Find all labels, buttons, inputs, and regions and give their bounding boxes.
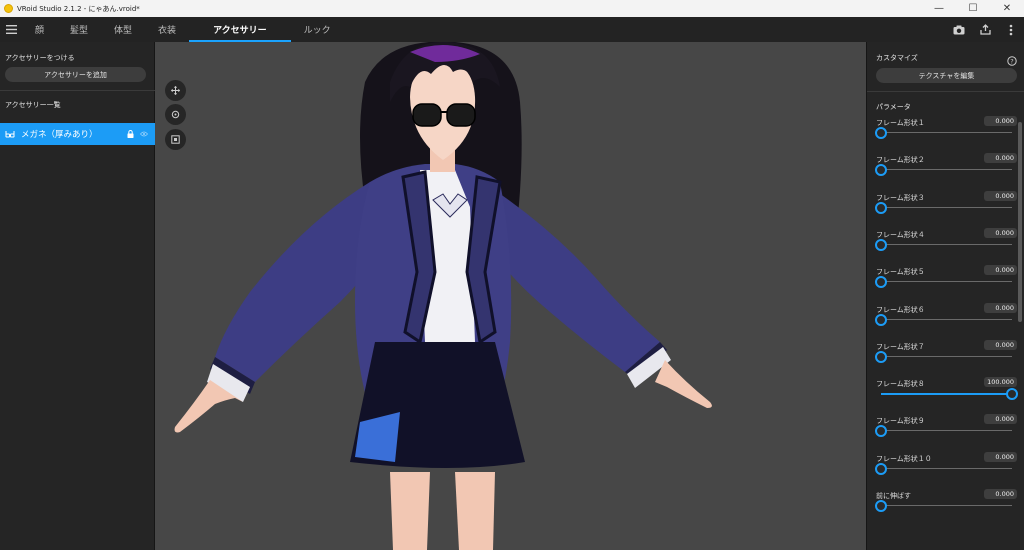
parameter-slider-row: フレーム形状１ 0.000 — [867, 116, 1017, 155]
customize-title: カスタマイズ — [876, 54, 918, 62]
slider-thumb[interactable] — [875, 462, 887, 475]
slider-track[interactable] — [881, 169, 1012, 171]
left-divider — [0, 90, 155, 91]
customize-panel: カスタマイズ ? テクスチャを編集 パラメータ フレーム形状１ 0.000 フレーム… — [866, 42, 1024, 550]
slider-track[interactable] — [881, 318, 1012, 320]
accessory-panel: アクセサリーをつける アクセサリーを追加 アクセサリー一覧 メガネ（厚みあり） — [0, 42, 155, 550]
slider-thumb[interactable] — [875, 238, 887, 251]
parameter-slider-row: フレーム形状７ 0.000 — [867, 339, 1017, 379]
tab-face[interactable]: 顔 — [22, 17, 57, 42]
parameter-slider-row: フレーム形状８ 100.000 — [867, 377, 1018, 416]
rotate-tool-icon[interactable] — [165, 104, 186, 125]
attach-accessory-title: アクセサリーをつける — [5, 54, 75, 62]
parameter-value-field[interactable]: 0.000 — [984, 227, 1017, 238]
camera-icon[interactable] — [946, 17, 972, 42]
parameter-value-field[interactable]: 0.000 — [984, 302, 1017, 313]
parameter-label: フレーム形状８ — [876, 380, 925, 389]
close-button[interactable]: ✕ — [990, 0, 1024, 17]
parameter-scrollbar[interactable] — [1018, 122, 1022, 322]
slider-thumb[interactable] — [875, 313, 887, 326]
parameter-label: フレーム形状６ — [876, 305, 925, 314]
parameter-value-field[interactable]: 0.000 — [984, 414, 1017, 425]
visibility-icon[interactable] — [140, 131, 148, 137]
minimize-button[interactable]: — — [922, 0, 956, 17]
tab-look[interactable]: ルック — [291, 17, 344, 42]
slider-track[interactable] — [881, 355, 1012, 357]
slider-track[interactable] — [881, 243, 1012, 245]
parameter-value-field[interactable]: 0.000 — [984, 116, 1017, 126]
maximize-button[interactable]: ☐ — [956, 0, 990, 17]
slider-track[interactable] — [881, 281, 1012, 283]
parameter-value-field[interactable]: 0.000 — [984, 265, 1017, 276]
slider-track[interactable] — [881, 430, 1012, 432]
right-divider — [867, 91, 1024, 92]
parameter-label: フレーム形状１０ — [876, 454, 932, 463]
parameter-value-field[interactable]: 0.000 — [984, 190, 1017, 201]
glasses-item-icon — [5, 129, 15, 139]
slider-thumb[interactable] — [875, 201, 887, 214]
window-title: VRoid Studio 2.1.2 - にゃあん.vroid* — [17, 4, 140, 13]
accessory-list-title: アクセサリー一覧 — [5, 101, 61, 109]
slider-thumb[interactable] — [875, 500, 887, 512]
tab-hairstyle[interactable]: 髪型 — [57, 17, 101, 42]
slider-thumb[interactable] — [875, 350, 887, 363]
zoom-tool-icon[interactable] — [165, 129, 186, 150]
slider-thumb[interactable] — [875, 127, 887, 139]
accessory-list-item[interactable]: メガネ（厚みあり） — [0, 123, 155, 145]
slider-thumb[interactable] — [1006, 388, 1018, 401]
more-options-icon[interactable] — [998, 17, 1024, 42]
parameter-value-field[interactable]: 0.000 — [984, 489, 1017, 499]
parameter-value-field[interactable]: 100.000 — [984, 377, 1017, 388]
lock-icon[interactable] — [127, 130, 134, 138]
parameter-value-field[interactable]: 0.000 — [984, 339, 1017, 350]
top-navigation: 顔 髪型 体型 衣装 アクセサリー ルック — [0, 17, 1024, 42]
model-viewport[interactable] — [155, 42, 866, 550]
slider-track[interactable] — [881, 505, 1012, 506]
parameter-slider-row: フレーム形状５ 0.000 — [867, 265, 1017, 304]
slider-track[interactable] — [881, 206, 1012, 208]
parameter-value-field[interactable]: 0.000 — [984, 153, 1017, 164]
parameter-label: フレーム形状７ — [876, 342, 925, 351]
export-icon[interactable] — [972, 17, 998, 42]
slider-track[interactable] — [881, 467, 1012, 469]
add-accessory-button[interactable]: アクセサリーを追加 — [5, 67, 146, 82]
parameters-title: パラメータ — [876, 103, 911, 111]
slider-track[interactable] — [881, 132, 1012, 133]
accessory-item-label: メガネ（厚みあり） — [21, 130, 98, 140]
parameter-slider-row: フレーム形状６ 0.000 — [867, 302, 1017, 342]
svg-text:?: ? — [1010, 58, 1013, 66]
parameter-label: フレーム形状４ — [876, 230, 925, 239]
slider-thumb[interactable] — [875, 276, 887, 289]
window-titlebar: VRoid Studio 2.1.2 - にゃあん.vroid* — ☐ ✕ — [0, 0, 1024, 17]
slider-fill — [881, 393, 1012, 396]
character-model — [174, 42, 712, 550]
tab-outfit[interactable]: 衣装 — [145, 17, 189, 42]
parameter-label: フレーム形状３ — [876, 193, 925, 202]
tab-body[interactable]: 体型 — [101, 17, 145, 42]
parameter-slider-row: フレーム形状２ 0.000 — [867, 153, 1017, 192]
parameter-value-field[interactable]: 0.000 — [984, 451, 1017, 462]
slider-thumb[interactable] — [875, 425, 887, 438]
move-tool-icon[interactable] — [165, 80, 186, 101]
parameter-slider-row: フレーム形状１０ 0.000 — [867, 451, 1017, 491]
parameter-slider-row: フレーム形状４ 0.000 — [867, 227, 1017, 267]
parameter-slider-row: フレーム形状９ 0.000 — [867, 414, 1017, 453]
hamburger-menu-icon[interactable] — [0, 17, 22, 42]
vroid-app-icon — [4, 4, 13, 13]
slider-thumb[interactable] — [875, 164, 887, 177]
tab-accessory[interactable]: アクセサリー — [189, 17, 291, 42]
parameter-slider-row: フレーム形状３ 0.000 — [867, 190, 1017, 230]
edit-texture-button[interactable]: テクスチャを編集 — [876, 68, 1017, 83]
parameter-slider-row: 前に伸ばす 0.000 — [867, 489, 1017, 528]
